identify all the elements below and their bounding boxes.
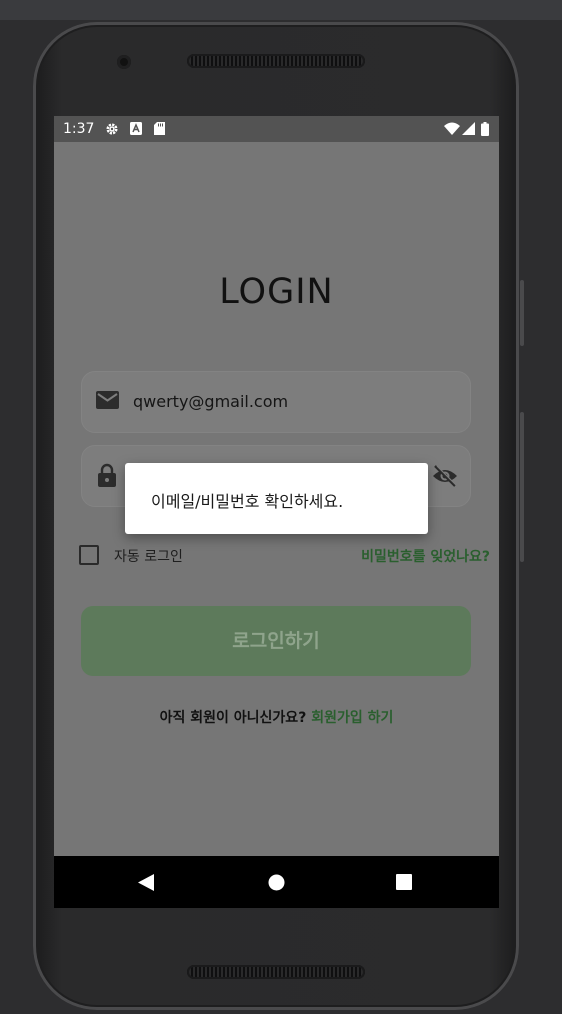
alert-dialog[interactable]: 이메일/비밀번호 확인하세요. xyxy=(125,463,428,534)
bottom-speaker xyxy=(187,965,365,979)
signal-icon xyxy=(462,122,475,135)
email-value[interactable]: qwerty@gmail.com xyxy=(133,392,288,411)
signup-link[interactable]: 회원가입 하기 xyxy=(311,710,393,726)
front-camera xyxy=(117,55,131,69)
screen: 1:37 LOGIN qwerty@gmail.com 자동 로그인 비밀번호를… xyxy=(54,116,499,908)
top-speaker xyxy=(187,54,365,68)
a-box-icon xyxy=(130,122,142,135)
forgot-password-link[interactable]: 비밀번호를 잊었나요? xyxy=(361,546,490,566)
signup-prompt: 아직 회원이 아니신가요? xyxy=(159,710,307,726)
back-icon[interactable] xyxy=(138,874,154,891)
power-button xyxy=(520,412,524,562)
email-field[interactable]: qwerty@gmail.com xyxy=(81,371,471,433)
gear-icon xyxy=(106,123,118,135)
battery-icon xyxy=(481,122,489,136)
auto-login-checkbox[interactable] xyxy=(79,545,99,565)
wifi-icon xyxy=(444,122,460,135)
status-time: 1:37 xyxy=(63,121,95,137)
recents-icon[interactable] xyxy=(396,874,412,890)
dialog-message: 이메일/비밀번호 확인하세요. xyxy=(151,492,344,511)
home-icon[interactable] xyxy=(268,874,285,891)
auto-login-label[interactable]: 자동 로그인 xyxy=(114,546,183,566)
login-button[interactable]: 로그인하기 xyxy=(81,606,471,676)
visibility-off-icon[interactable] xyxy=(432,465,458,487)
navigation-bar xyxy=(54,856,499,908)
signup-row: 아직 회원이 아니신가요? 회원가입 하기 xyxy=(54,707,499,727)
top-strip xyxy=(0,0,562,20)
status-bar: 1:37 xyxy=(54,116,499,142)
lock-icon xyxy=(98,463,116,487)
sd-card-icon xyxy=(154,122,165,135)
page-title: LOGIN xyxy=(219,272,334,312)
volume-button xyxy=(520,280,524,346)
mail-icon xyxy=(96,391,119,409)
